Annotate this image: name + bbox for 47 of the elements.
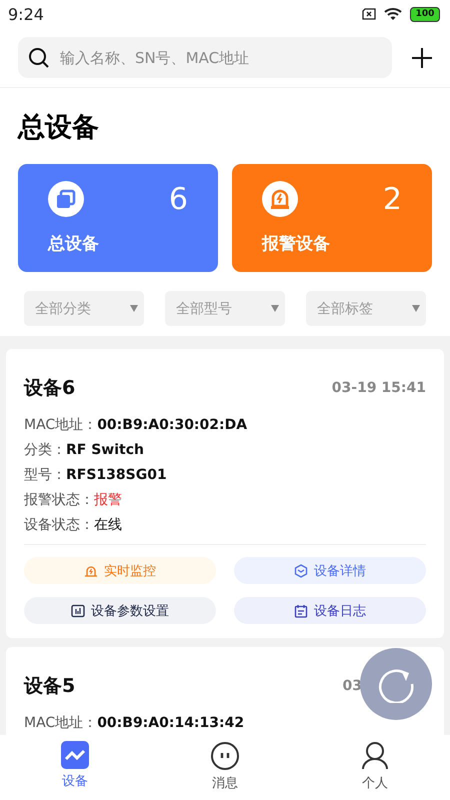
count: 6 (168, 182, 188, 216)
clock: 9:24 (8, 4, 44, 24)
tab[interactable]: 个人 (300, 741, 450, 800)
trend-chart-icon (61, 741, 89, 769)
alarm-light-icon (84, 564, 98, 578)
dropdown-arrow-icon (412, 305, 420, 312)
stat-card[interactable]: 6 总设备 (18, 164, 218, 272)
count: 2 (382, 182, 402, 216)
calendar-icon (294, 604, 308, 618)
filter-dropdown[interactable]: 全部分类 (24, 291, 144, 326)
filter-dropdown[interactable]: 全部标签 (306, 291, 426, 326)
tab[interactable]: 消息 (150, 741, 300, 800)
battery-icon: 100 (410, 6, 440, 22)
action-button[interactable]: 设备详情 (234, 557, 426, 584)
info-line: 设备状态：在线 (24, 516, 123, 535)
add-icon[interactable] (412, 48, 432, 68)
stat-label: 总设备 (48, 233, 100, 255)
timestamp: 03-19 15:41 (332, 380, 426, 396)
alarm-light-icon (262, 181, 298, 217)
info-line: MAC地址：00:B9:A0:30:02:DA (24, 416, 248, 435)
device-name: 设备6 (24, 376, 76, 401)
info-line: 报警状态：报警 (24, 491, 123, 510)
person-icon (360, 741, 390, 771)
info-line: 分类：RF Switch (24, 441, 145, 460)
wifi-icon (384, 7, 402, 21)
bar-chart-icon (71, 604, 85, 618)
timestamp: 03 (342, 678, 362, 694)
hexagon-icon (294, 564, 308, 578)
no-sim-icon (362, 8, 376, 20)
chat-bubble-icon (210, 741, 240, 771)
device-name: 设备5 (24, 674, 76, 699)
copy-icon (48, 181, 84, 217)
search-field[interactable]: 输入名称、SN号、MAC地址 (58, 48, 382, 68)
action-button[interactable]: 设备日志 (234, 597, 426, 624)
action-button[interactable]: 实时监控 (24, 557, 216, 584)
tab[interactable]: 设备 (0, 741, 150, 800)
filter-dropdown[interactable]: 全部型号 (165, 291, 285, 326)
action-button[interactable]: 设备参数设置 (24, 597, 216, 624)
dropdown-arrow-icon (271, 305, 279, 312)
dropdown-arrow-icon (130, 305, 138, 312)
stat-card[interactable]: 2 报警设备 (232, 164, 432, 272)
search-icon (28, 46, 50, 68)
stat-label: 报警设备 (262, 233, 331, 255)
info-line: MAC地址：00:B9:A0:14:13:42 (24, 714, 246, 733)
page-title: 总设备 (18, 111, 100, 145)
search-bar[interactable]: 输入名称、SN号、MAC地址 (18, 37, 392, 78)
info-line: 型号：RFS138SG01 (24, 466, 168, 485)
